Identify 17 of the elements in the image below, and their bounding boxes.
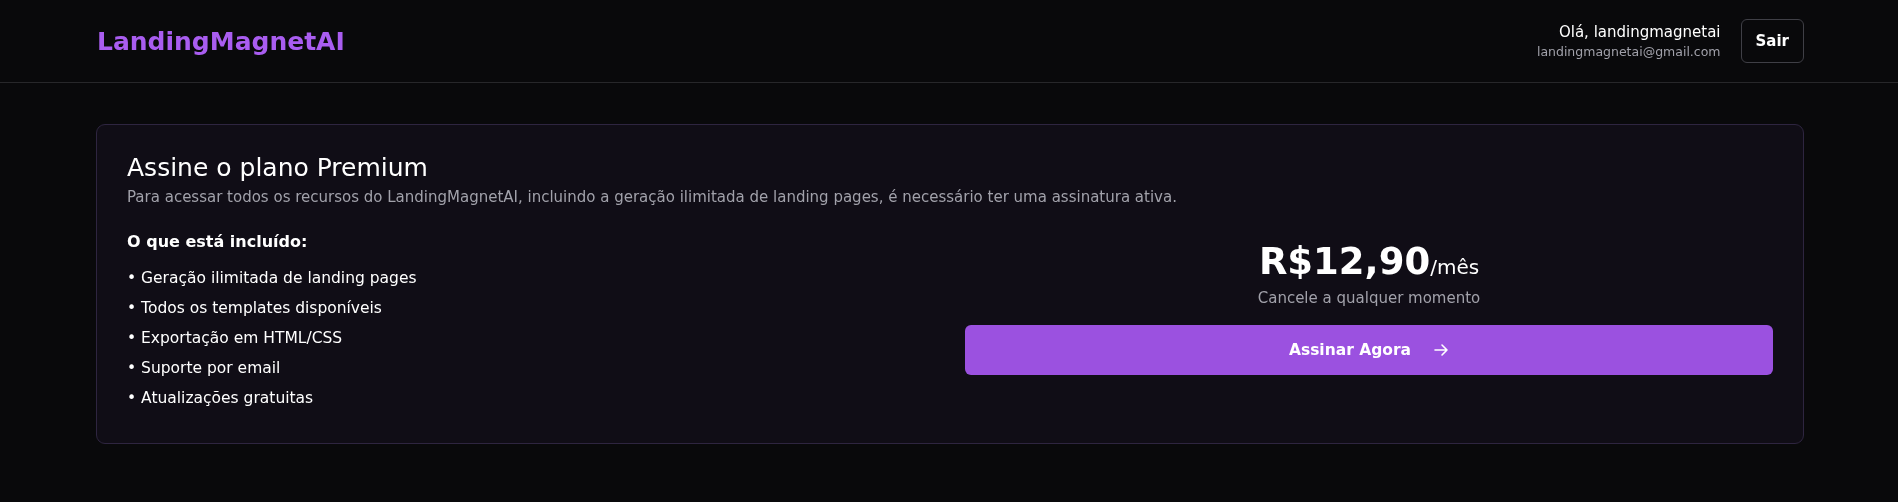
cancel-note: Cancele a qualquer momento <box>1257 289 1481 307</box>
feature-item: • Suporte por email <box>127 358 282 379</box>
logo: LandingMagnetAI <box>97 26 345 56</box>
feature-item: • Exportação em HTML/CSS <box>127 328 344 349</box>
logout-button[interactable]: Sair <box>1740 19 1804 63</box>
card-description: Para acessar todos os recursos do LandingMagnetAI, incluindo a geração ilimitada de landing pages, é necessário ter uma assinatura ativa. <box>127 188 1178 206</box>
arrow-right-icon <box>1433 342 1450 358</box>
features-heading: O que está incluído: <box>127 232 309 251</box>
feature-item: • Atualizações gratuitas <box>127 388 315 409</box>
price-period: /mês <box>1430 255 1480 279</box>
card-title: Assine o plano Premium <box>127 153 429 182</box>
feature-item: • Todos os templates disponíveis <box>127 298 383 319</box>
feature-item: • Geração ilimitada de landing pages <box>127 268 418 289</box>
user-email: landingmagnetai@gmail.com <box>1536 44 1721 59</box>
price: R$12,90 <box>1258 240 1431 283</box>
user-greeting: Olá, landingmagnetai <box>1558 23 1721 41</box>
subscribe-button[interactable]: Assinar Agora <box>965 325 1773 375</box>
